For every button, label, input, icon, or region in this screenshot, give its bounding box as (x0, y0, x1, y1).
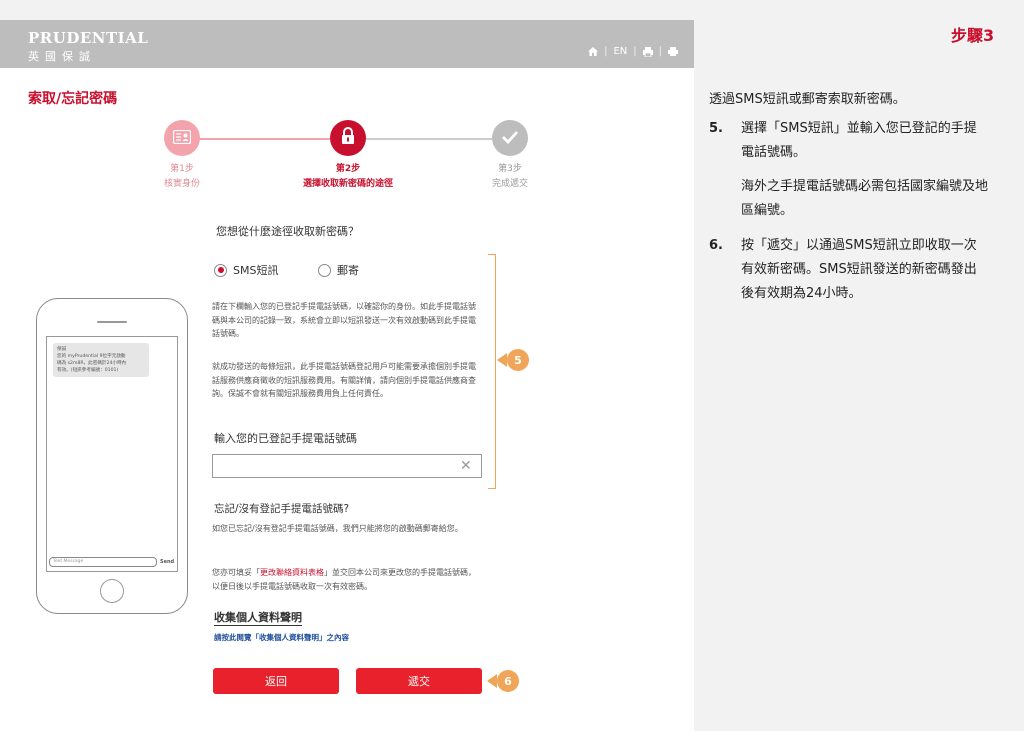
phone-illustration: 保誠 您的 myPrudential 9位字元啟動 碼為 s2m8R，此密碼於2… (36, 298, 188, 614)
delivery-question: 您想從什麼途徑收取新密碼？ (216, 225, 359, 238)
update-contact-text: 您亦可填妥「更改聯絡資料表格」並交回本公司來更改您的手提電話號碼，以便日後以手提… (212, 566, 482, 593)
step-3-number: 第3步 (498, 164, 522, 174)
top-icons: | EN | | (588, 46, 678, 57)
web-page-panel: PRUDENTIAL 英國保誠 | EN | | 索取/忘記密碼 第1步 核實身… (0, 20, 694, 731)
instruction-note: 海外之手提電話號碼必需包括國家編號及地區編號。 (741, 179, 989, 218)
radio-sms-control[interactable] (214, 263, 227, 277)
step-1-number: 第1步 (170, 164, 194, 174)
language-toggle[interactable]: EN (613, 46, 627, 57)
sms-instructions-text: 請在下欄輸入您的已登記手提電話號碼，以確認你的身份。如此手提電話號碼與本公司的記… (212, 302, 476, 338)
step-1-label: 第1步 核實身份 (102, 162, 262, 192)
step-badge-6: 6 (497, 670, 519, 692)
badge-pointer (487, 674, 497, 688)
printer-icon[interactable] (642, 46, 653, 57)
sms-text-box: Text Message (49, 557, 157, 567)
id-card-icon (172, 129, 192, 148)
step-1-circle (164, 120, 200, 156)
forgot-phone-title: 忘記/沒有登記手提電話號碼? (214, 503, 350, 515)
radio-mail-control[interactable] (318, 263, 331, 277)
step-2-label: 第2步 選擇收取新密碼的途徑 (268, 162, 428, 192)
instruction-number: 6. (709, 238, 723, 253)
check-icon (501, 129, 519, 148)
step-tag: 步驟3 (951, 26, 995, 45)
sms-message-bubble: 保誠 您的 myPrudential 9位字元啟動 碼為 s2m8R，此密碼於2… (53, 343, 149, 377)
instruction-number: 5. (709, 121, 723, 136)
step-3-label: 第3步 完成遞交 (430, 162, 590, 192)
home-icon[interactable] (588, 47, 599, 56)
privacy-statement-link[interactable]: 請按此閱覽「收集個人資料聲明」之內容 (214, 632, 349, 643)
submit-button[interactable]: 遞交 (356, 668, 482, 694)
divider: | (658, 46, 662, 57)
step-3-desc: 完成遞交 (491, 179, 528, 189)
instruction-item-5: 5. 選擇「SMS短訊」並輸入您已登記的手提電話號碼。 (709, 117, 989, 165)
back-button[interactable]: 返回 (213, 668, 339, 694)
divider: | (633, 46, 637, 57)
page-title: 索取/忘記密碼 (28, 91, 118, 107)
sms-fee-disclaimer: 就成功發送的每條短訊，此手提電話號碼登記用戶可能需要承擔個別手提電話服務供應商徵… (212, 362, 476, 398)
logo-text-zh: 英國保誠 (28, 50, 96, 63)
instructions-intro: 透過SMS短訊或郵寄索取新密碼。 (709, 92, 906, 107)
annotation-bracket (488, 254, 496, 489)
radio-sms-label[interactable]: SMS短訊 (233, 262, 278, 278)
prudential-logo[interactable]: PRUDENTIAL 英國保誠 (28, 29, 148, 64)
phone-home-button (100, 579, 124, 603)
sms-line: 有效。(短訊參考編號：0101) (57, 368, 119, 373)
update-contact-form-link[interactable]: 更改聯絡資料表格 (260, 568, 324, 577)
step-2-desc: 選擇收取新密碼的途徑 (302, 179, 393, 189)
step-connector-1 (200, 138, 330, 140)
instruction-text: 選擇「SMS短訊」並輸入您已登記的手提電話號碼。 (741, 121, 977, 160)
lock-icon (341, 127, 355, 149)
privacy-statement-title: 收集個人資料聲明 (214, 611, 302, 626)
step-2-circle (330, 120, 366, 156)
radio-mail[interactable]: 郵寄 (318, 262, 359, 278)
phone-earpiece (97, 321, 127, 323)
step-1-desc: 核實身份 (163, 179, 200, 189)
step-2-number: 第2步 (335, 164, 361, 174)
sms-send-label: Send (160, 559, 175, 565)
phone-field-label: 輸入您的已登記手提電話號碼 (214, 432, 357, 445)
radio-mail-label[interactable]: 郵寄 (337, 262, 359, 278)
step-3-circle (492, 120, 528, 156)
badge-pointer (497, 353, 507, 367)
phone-screen: 保誠 您的 myPrudential 9位字元啟動 碼為 s2m8R，此密碼於2… (46, 336, 178, 572)
clear-icon[interactable]: ✕ (460, 457, 472, 475)
sms-line: 碼為 s2m8R，此密碼於24小時內 (57, 361, 127, 366)
instruction-item-6: 6. 按「遞交」以通過SMS短訊立即收取一次有效新密碼。SMS短訊發送的新密碼發… (709, 234, 989, 306)
radio-sms[interactable]: SMS短訊 (214, 262, 278, 278)
update-text-pre: 您亦可填妥「 (212, 568, 260, 577)
phone-number-input[interactable] (212, 454, 482, 478)
sms-line: 保誠 (57, 347, 67, 352)
sms-compose-bar: Text Message Send (49, 556, 175, 568)
print-icon[interactable] (668, 47, 678, 56)
radio-selected-dot (217, 267, 224, 273)
logo-text-en: PRUDENTIAL (28, 29, 149, 47)
divider: | (604, 46, 608, 57)
top-bar: PRUDENTIAL 英國保誠 | EN | | (0, 20, 694, 68)
step-badge-5: 5 (507, 349, 529, 371)
forgot-phone-text: 如您已忘記/沒有登記手提電話號碼，我們只能將您的啟動碼郵寄給您。 (212, 524, 463, 533)
sms-line: 您的 myPrudential 9位字元啟動 (57, 354, 126, 359)
instruction-text: 按「遞交」以通過SMS短訊立即收取一次有效新密碼。SMS短訊發送的新密碼發出後有… (741, 238, 977, 301)
step-connector-2 (366, 138, 492, 140)
